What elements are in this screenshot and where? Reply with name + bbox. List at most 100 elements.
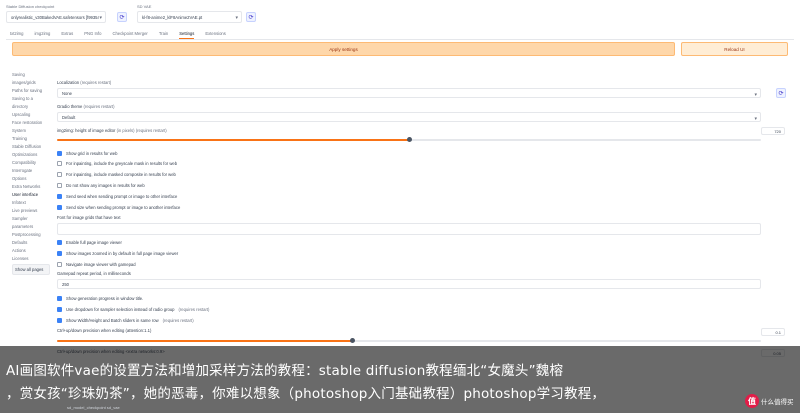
gamepad-period-input[interactable]: 250: [57, 279, 761, 289]
img2img-height-slider[interactable]: [57, 137, 761, 142]
tab-txt2img[interactable]: txt2img: [10, 29, 24, 39]
refresh-icon: ⟳: [778, 90, 784, 97]
checkbox-progress-title[interactable]: Show generation progress in window title…: [57, 294, 143, 302]
vae-select[interactable]: kl-f8-anime2_klF8Anime2VAE.pt ▾: [137, 11, 242, 23]
checkbox-sampler-dropdown[interactable]: Use dropdown for sampler selection inste…: [57, 305, 209, 313]
checkbox[interactable]: [57, 171, 62, 177]
sidebar-item[interactable]: Training: [12, 136, 50, 141]
checkbox[interactable]: [57, 160, 62, 166]
gradio-theme-select[interactable]: Default ▾: [57, 112, 761, 122]
sidebar-item[interactable]: Infotext: [12, 200, 50, 205]
sidebar-item[interactable]: Extra Networks: [12, 184, 50, 189]
checkbox[interactable]: [57, 295, 62, 301]
sidebar-item[interactable]: parameters: [12, 224, 50, 229]
tab-img2img[interactable]: img2img: [35, 29, 51, 39]
checkbox[interactable]: [57, 239, 62, 245]
sidebar-item[interactable]: Stable Diffusion: [12, 144, 50, 149]
tab-extras[interactable]: Extras: [61, 29, 73, 39]
checkpoint-value: onlyrealistic_v30BakedVAE.safetensors [f…: [11, 15, 99, 20]
checkbox-masked-composite[interactable]: For inpainting, include masked composite…: [57, 170, 176, 178]
ctrl-up-precision-number[interactable]: 0.1: [761, 328, 785, 336]
checkbox-send-size[interactable]: Send size when sending prompt or image t…: [57, 203, 180, 211]
sidebar-item[interactable]: Face restoration: [12, 120, 50, 125]
img2img-height-number[interactable]: 720: [761, 127, 785, 135]
checkbox-same-row[interactable]: Show Width/Height and Batch sliders in s…: [57, 316, 194, 324]
sidebar-item-user-interface[interactable]: User interface: [12, 192, 50, 197]
checkbox[interactable]: [57, 193, 62, 199]
reload-ui-button[interactable]: Reload UI: [681, 42, 788, 56]
caption-line-1: AI画图软件vae的设置方法和增加采样方法的教程：stable diffusio…: [6, 363, 564, 379]
sidebar-item[interactable]: Licenses: [12, 256, 50, 261]
caption-overlay: AI画图软件vae的设置方法和增加采样方法的教程：stable diffusio…: [0, 346, 800, 413]
settings-sidebar: Saving images/grids Paths for saving Sav…: [12, 72, 50, 278]
main-tabs: txt2img img2img Extras PNG Info Checkpoi…: [6, 29, 794, 40]
localization-select[interactable]: None ▾: [57, 88, 761, 98]
gradio-theme-label: Gradio theme (requires restart): [57, 104, 115, 109]
checkbox-gamepad[interactable]: Navigate image viewer with gamepad: [57, 260, 136, 268]
sidebar-item[interactable]: directory: [12, 104, 50, 109]
slider-handle[interactable]: [350, 338, 356, 343]
refresh-icon: ⟳: [119, 14, 125, 21]
sidebar-item[interactable]: Options: [12, 176, 50, 181]
checkbox-fullpage-viewer[interactable]: Enable full page image viewer: [57, 238, 122, 246]
checkbox[interactable]: [57, 204, 62, 210]
slider-handle[interactable]: [406, 137, 412, 142]
font-grid-input[interactable]: [57, 223, 761, 235]
sidebar-item[interactable]: Saving to a: [12, 96, 50, 101]
chevron-down-icon: ▾: [235, 15, 238, 21]
sidebar-item[interactable]: Sampler: [12, 216, 50, 221]
checkbox[interactable]: [57, 261, 62, 267]
checkbox[interactable]: [57, 306, 62, 312]
refresh-icon: ⟳: [248, 14, 254, 21]
tab-png-info[interactable]: PNG Info: [84, 29, 101, 39]
sidebar-item[interactable]: Postprocessing: [12, 232, 50, 237]
vae-label: SD VAE: [137, 4, 152, 9]
checkbox[interactable]: [57, 317, 62, 323]
gamepad-period-label: Gamepad repeat period, in milliseconds: [57, 271, 131, 276]
chevron-down-icon: ▾: [754, 116, 757, 122]
bottom-settings-hint: sd_model_checkpoint sd_vae: [67, 405, 120, 410]
tab-checkpoint-merger[interactable]: Checkpoint Merger: [112, 29, 147, 39]
vae-value: kl-f8-anime2_klF8Anime2VAE.pt: [142, 15, 203, 20]
show-all-pages-button[interactable]: Show all pages: [12, 264, 50, 275]
ctrl-up-precision-label: Ctrl+up/down precision when editing (att…: [57, 328, 152, 333]
sidebar-item[interactable]: images/grids: [12, 80, 50, 85]
sidebar-item[interactable]: Upscaling: [12, 112, 50, 117]
sidebar-item[interactable]: Compatibility: [12, 160, 50, 165]
chevron-down-icon: ▾: [99, 15, 102, 21]
sidebar-item[interactable]: Saving: [12, 72, 50, 77]
sidebar-item[interactable]: Optimizations: [12, 152, 50, 157]
refresh-localization-button[interactable]: ⟳: [776, 88, 786, 98]
slider-fill: [57, 340, 353, 342]
logo-badge-icon: 值: [745, 394, 759, 408]
ctrl-up-precision-slider[interactable]: [57, 338, 761, 343]
slider-fill: [57, 139, 409, 141]
tab-train[interactable]: Train: [159, 29, 168, 39]
watermark-logo: 值 什么值得买: [745, 394, 794, 408]
sidebar-item[interactable]: Paths for saving: [12, 88, 50, 93]
checkbox[interactable]: [57, 250, 62, 256]
checkbox-no-images[interactable]: Do not show any images in results for we…: [57, 181, 145, 189]
img2img-height-label: img2img: height of image editor (in pixe…: [57, 128, 167, 133]
refresh-vae-button[interactable]: ⟳: [246, 12, 256, 22]
font-grid-label: Font for image grids that have text: [57, 215, 121, 220]
sidebar-item[interactable]: System: [12, 128, 50, 133]
checkbox-grayscale-mask[interactable]: For inpainting, include the greyscale ma…: [57, 159, 177, 167]
logo-text: 什么值得买: [761, 398, 794, 406]
checkbox[interactable]: [57, 182, 62, 188]
sidebar-item[interactable]: Interrogate: [12, 168, 50, 173]
checkbox-show-grid[interactable]: Show grid in results for web: [57, 149, 117, 157]
checkpoint-label: Stable Diffusion checkpoint: [6, 4, 55, 9]
sidebar-item[interactable]: Actions: [12, 248, 50, 253]
refresh-checkpoint-button[interactable]: ⟳: [117, 12, 127, 22]
sidebar-item[interactable]: Live previews: [12, 208, 50, 213]
sidebar-item[interactable]: Defaults: [12, 240, 50, 245]
caption-line-2: ，赏女孩“珍珠奶茶”，她的恶毒，你难以想象（photoshop入门基础教程）ph…: [6, 386, 606, 402]
checkbox[interactable]: [57, 150, 62, 156]
apply-settings-button[interactable]: Apply settings: [12, 42, 675, 56]
checkbox-send-seed[interactable]: Send seed when sending prompt or image t…: [57, 192, 177, 200]
checkpoint-select[interactable]: onlyrealistic_v30BakedVAE.safetensors [f…: [6, 11, 106, 23]
tab-extensions[interactable]: Extensions: [205, 29, 225, 39]
tab-settings[interactable]: Settings: [179, 29, 195, 39]
checkbox-zoomed[interactable]: Show images zoomed in by default in full…: [57, 249, 178, 257]
